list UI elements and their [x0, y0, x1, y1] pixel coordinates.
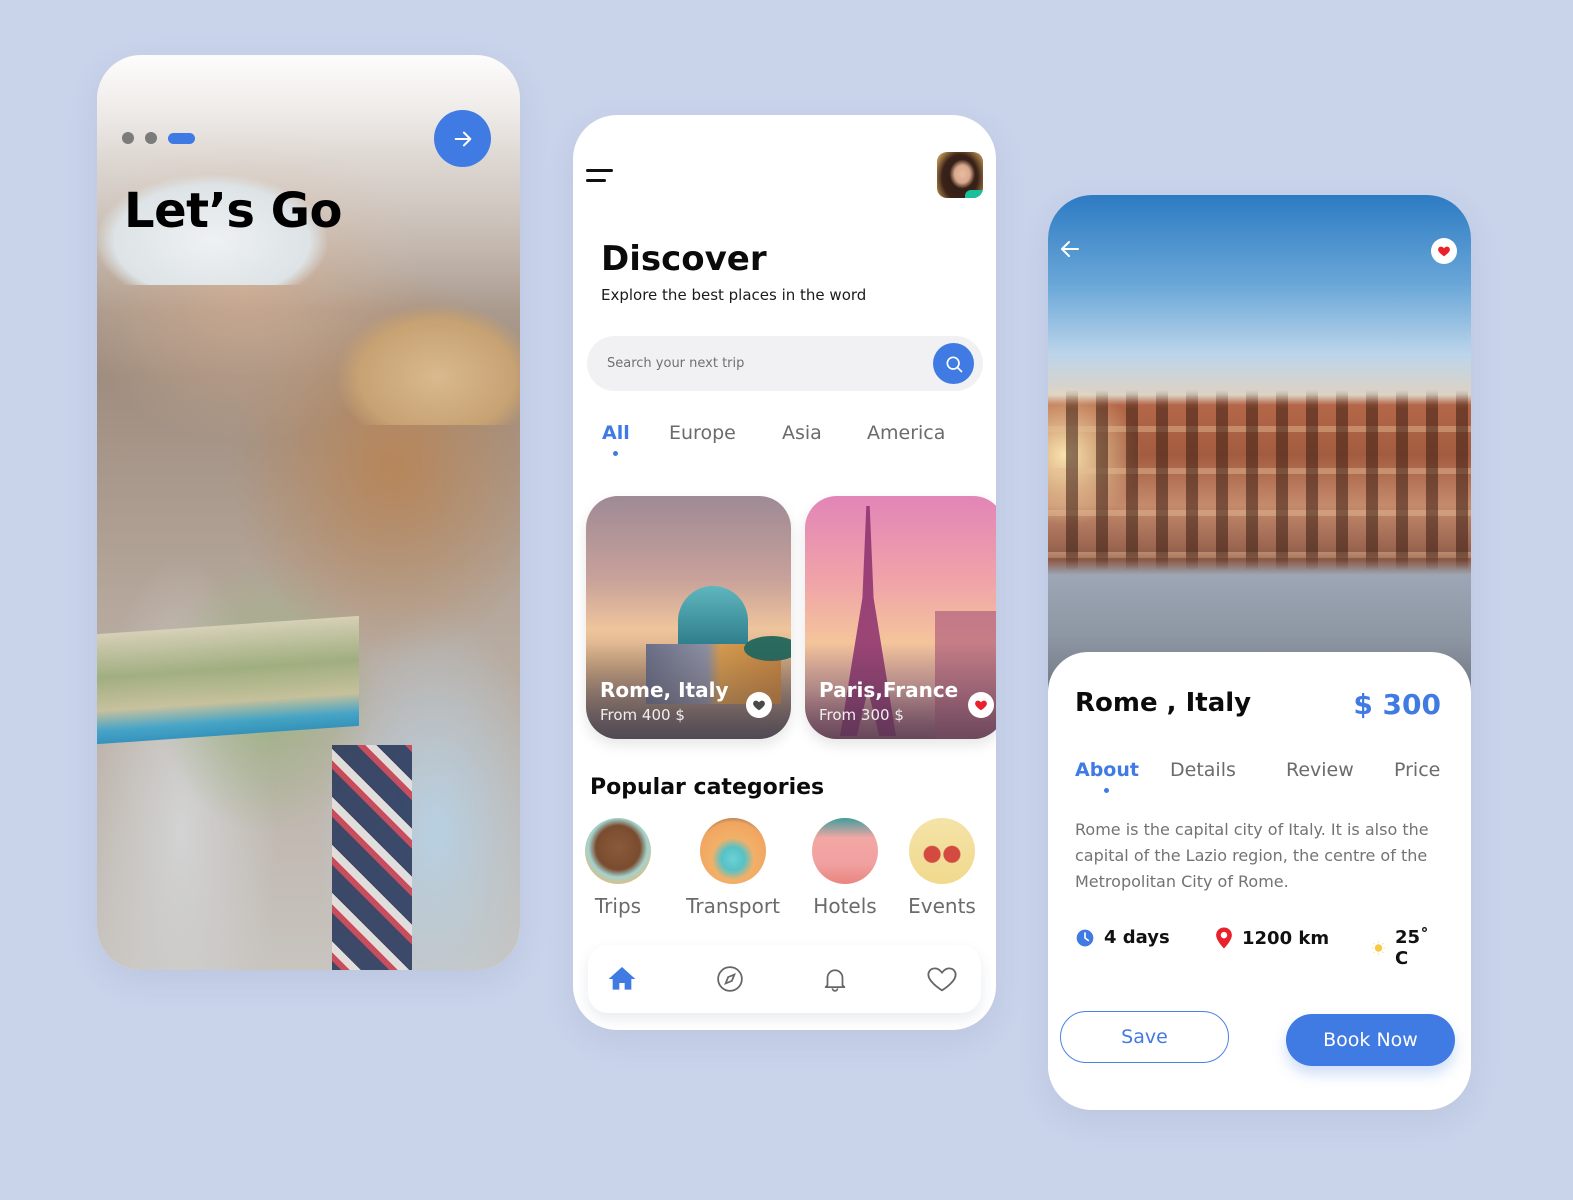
book-now-button[interactable]: Book Now — [1286, 1014, 1455, 1066]
destination-price: From 300 $ — [819, 706, 904, 724]
menu-icon — [586, 179, 606, 182]
bottom-nav — [588, 945, 981, 1013]
page-dot[interactable] — [122, 132, 134, 144]
search-icon — [946, 356, 962, 372]
category-transport[interactable]: Transport — [678, 818, 788, 918]
home-icon — [608, 967, 636, 990]
tab-price[interactable]: Price — [1394, 759, 1440, 781]
page-dot[interactable] — [145, 132, 157, 144]
category-hotels[interactable]: Hotels — [790, 818, 900, 918]
heart-icon — [753, 700, 765, 711]
favorite-button[interactable] — [968, 692, 994, 718]
stat-value: 1200 km — [1242, 927, 1330, 949]
region-tabs: All Europe Asia America — [602, 422, 972, 462]
tab-review[interactable]: Review — [1286, 759, 1354, 781]
stat-duration: 4 days — [1075, 927, 1170, 948]
page-dot-active[interactable] — [168, 132, 195, 144]
favorite-button[interactable] — [746, 692, 772, 718]
stat-value: 25˚ C — [1394, 927, 1430, 969]
category-label: Hotels — [813, 894, 877, 918]
destination-price: $ 300 — [1353, 688, 1441, 721]
arrow-left-icon — [1061, 241, 1079, 257]
arrow-right-icon — [454, 131, 471, 146]
destination-card-paris[interactable]: Paris,France From 300 $ — [805, 496, 996, 739]
stat-distance: 1200 km — [1215, 927, 1329, 949]
stat-temperature: 25˚ C — [1371, 927, 1445, 969]
destination-name: Paris,France — [819, 678, 959, 702]
tab-europe[interactable]: Europe — [669, 422, 736, 444]
heart-filled-icon — [1438, 246, 1450, 257]
page-indicator — [122, 132, 195, 144]
bell-icon — [824, 969, 846, 992]
boombox-icon — [909, 818, 975, 884]
page-title: Discover — [601, 239, 767, 279]
van-icon — [700, 818, 766, 884]
hotel-icon — [812, 818, 878, 884]
heart-filled-icon — [975, 700, 987, 711]
page-subtitle: Explore the best places in the word — [601, 286, 867, 304]
clock-icon — [1076, 929, 1094, 946]
search-bar — [587, 336, 983, 391]
photo-detail-arches — [1048, 390, 1471, 570]
sun-icon — [1371, 941, 1386, 955]
back-button[interactable] — [1058, 237, 1084, 263]
search-button[interactable] — [933, 343, 974, 384]
next-button[interactable] — [434, 110, 491, 167]
photo-detail-shirt — [332, 745, 412, 970]
trip-stats: 4 days 1200 km 25˚ C — [1075, 927, 1445, 969]
onboarding-screen: Let’s Go — [97, 55, 520, 970]
menu-button[interactable] — [586, 167, 616, 187]
destination-description: Rome is the capital city of Italy. It is… — [1075, 820, 1429, 891]
photo-detail-hat — [337, 305, 520, 425]
categories-heading: Popular categories — [590, 775, 825, 800]
destination-title: Rome , Italy — [1075, 688, 1252, 718]
stat-value: 4 days — [1104, 927, 1170, 948]
category-label: Trips — [594, 894, 642, 918]
tab-details[interactable]: Details — [1170, 759, 1236, 781]
tab-all[interactable]: All — [602, 422, 630, 456]
nav-favorites[interactable] — [925, 962, 959, 996]
detail-sheet: Rome , Italy $ 300 About Details Review … — [1048, 652, 1471, 1110]
illustration-dome — [678, 586, 748, 646]
save-button[interactable]: Save — [1060, 1011, 1229, 1063]
destination-card-rome[interactable]: Rome, Italy From 400 $ — [586, 496, 791, 739]
nav-notifications[interactable] — [818, 962, 852, 996]
tab-asia[interactable]: Asia — [782, 422, 822, 444]
avatar[interactable] — [937, 152, 983, 198]
detail-tabs: About Details Review Price — [1075, 759, 1445, 799]
discover-screen: Discover Explore the best places in the … — [573, 115, 996, 1030]
menu-icon — [586, 169, 613, 172]
favorite-button[interactable] — [1431, 238, 1457, 264]
nav-explore[interactable] — [713, 962, 747, 996]
location-pin-icon — [1216, 927, 1232, 949]
colosseum-photo — [1048, 195, 1471, 695]
destination-name: Rome, Italy — [600, 678, 729, 702]
nav-home[interactable] — [605, 962, 639, 996]
compass-icon — [717, 966, 743, 992]
category-label: Events — [908, 894, 976, 918]
onboarding-title: Let’s Go — [124, 183, 342, 239]
category-trips[interactable]: Trips — [573, 818, 673, 918]
tab-america[interactable]: America — [867, 422, 945, 444]
category-events[interactable]: Events — [887, 818, 996, 918]
detail-screen: Rome , Italy $ 300 About Details Review … — [1048, 195, 1471, 1110]
heart-icon — [927, 967, 957, 992]
category-label: Transport — [686, 894, 780, 918]
destination-price: From 400 $ — [600, 706, 685, 724]
search-input[interactable] — [607, 336, 927, 391]
suitcase-icon — [585, 818, 651, 884]
photo-detail-map — [97, 615, 359, 745]
tab-about[interactable]: About — [1075, 759, 1139, 793]
